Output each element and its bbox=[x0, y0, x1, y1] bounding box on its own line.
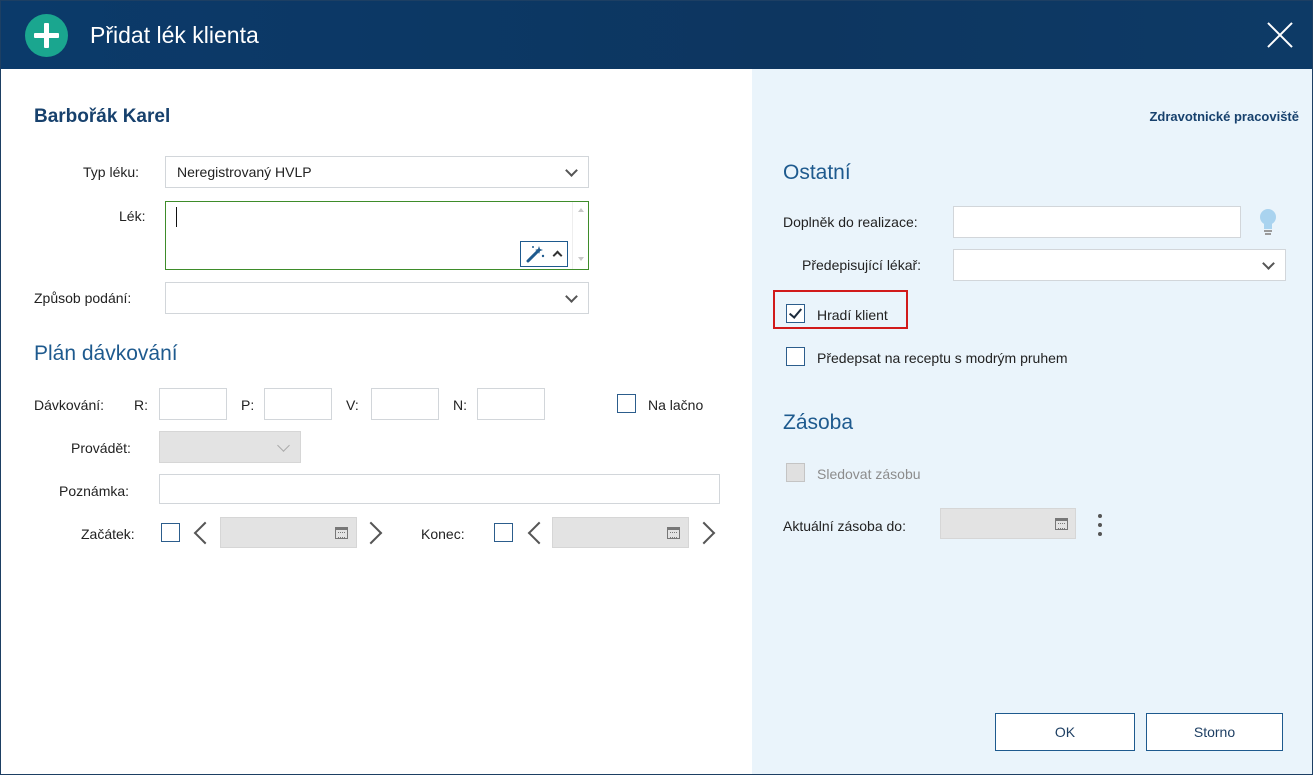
dosage-n-label: N: bbox=[453, 397, 467, 413]
drug-input[interactable] bbox=[165, 201, 589, 270]
current-stock-date-input[interactable] bbox=[940, 508, 1076, 539]
perform-select[interactable] bbox=[159, 431, 301, 463]
dialog-title: Přidat lék klienta bbox=[90, 22, 259, 48]
supplement-input[interactable] bbox=[953, 206, 1241, 238]
chevron-up-icon bbox=[552, 250, 563, 261]
dosage-section-title: Plán dávkování bbox=[34, 342, 178, 365]
chevron-down-icon bbox=[277, 439, 290, 452]
end-date-input[interactable] bbox=[552, 517, 689, 548]
ok-button[interactable]: OK bbox=[995, 713, 1135, 751]
doctor-select[interactable] bbox=[953, 249, 1286, 281]
chevron-down-icon bbox=[1262, 257, 1275, 270]
drug-type-value: Neregistrovaný HVLP bbox=[177, 164, 312, 180]
blue-stripe-label: Předepsat na receptu s modrým pruhem bbox=[817, 350, 1068, 366]
client-pays-checkbox[interactable] bbox=[786, 304, 805, 323]
more-options-icon[interactable] bbox=[1097, 514, 1103, 536]
supplement-label: Doplněk do realizace: bbox=[783, 214, 918, 230]
dosage-r-label: R: bbox=[134, 397, 148, 413]
end-label: Konec: bbox=[421, 526, 465, 542]
close-icon[interactable] bbox=[1266, 21, 1294, 49]
dosage-v-label: V: bbox=[346, 397, 359, 413]
other-section-title: Ostatní bbox=[783, 161, 851, 184]
drug-wizard-button[interactable] bbox=[520, 241, 568, 267]
dosage-label: Dávkování: bbox=[34, 397, 105, 413]
dosage-p-label: P: bbox=[241, 397, 255, 413]
scroll-up-icon[interactable] bbox=[578, 208, 584, 212]
dosage-p-input[interactable] bbox=[264, 388, 332, 420]
scroll-down-icon[interactable] bbox=[578, 257, 584, 261]
magic-wand-icon bbox=[526, 246, 545, 263]
cancel-button[interactable]: Storno bbox=[1146, 713, 1283, 751]
note-input[interactable] bbox=[159, 474, 720, 504]
note-label: Poznámka: bbox=[59, 483, 130, 499]
calendar-icon[interactable] bbox=[1055, 518, 1068, 530]
drug-label: Lék: bbox=[119, 208, 146, 224]
track-stock-label: Sledovat zásobu bbox=[817, 466, 921, 482]
dosage-r-input[interactable] bbox=[159, 388, 227, 420]
fasting-label: Na lačno bbox=[648, 397, 704, 413]
calendar-icon[interactable] bbox=[335, 527, 348, 539]
lightbulb-icon[interactable] bbox=[1258, 208, 1278, 236]
client-pays-label: Hradí klient bbox=[817, 307, 888, 323]
route-select[interactable] bbox=[165, 282, 589, 314]
drug-input-scrollbar[interactable] bbox=[572, 202, 588, 269]
stock-section-title: Zásoba bbox=[783, 411, 854, 434]
text-caret bbox=[176, 207, 177, 227]
chevron-down-icon bbox=[565, 290, 578, 303]
drug-type-label: Typ léku: bbox=[83, 164, 140, 180]
start-label: Začátek: bbox=[81, 526, 135, 542]
track-stock-checkbox[interactable] bbox=[786, 463, 805, 482]
dialog-window: Přidat lék klienta Zdravotnické pracoviš… bbox=[0, 0, 1313, 775]
add-icon bbox=[25, 14, 68, 57]
perform-label: Provádět: bbox=[71, 440, 131, 456]
current-stock-label: Aktuální zásoba do: bbox=[783, 518, 906, 534]
doctor-label: Předepisující lékař: bbox=[802, 257, 922, 273]
drug-type-select[interactable]: Neregistrovaný HVLP bbox=[165, 156, 589, 188]
route-label: Způsob podání: bbox=[34, 290, 132, 306]
client-name: Barbořák Karel bbox=[34, 106, 171, 127]
dosage-v-input[interactable] bbox=[371, 388, 439, 420]
blue-stripe-checkbox[interactable] bbox=[786, 347, 805, 366]
dosage-n-input[interactable] bbox=[477, 388, 545, 420]
start-date-checkbox[interactable] bbox=[161, 523, 180, 542]
start-date-input[interactable] bbox=[220, 517, 357, 548]
chevron-down-icon bbox=[565, 164, 578, 177]
end-date-checkbox[interactable] bbox=[494, 523, 513, 542]
calendar-icon[interactable] bbox=[667, 527, 680, 539]
title-bar: Přidat lék klienta bbox=[1, 1, 1312, 69]
fasting-checkbox[interactable] bbox=[617, 394, 636, 413]
workplace-link[interactable]: Zdravotnické pracoviště bbox=[1149, 109, 1299, 124]
